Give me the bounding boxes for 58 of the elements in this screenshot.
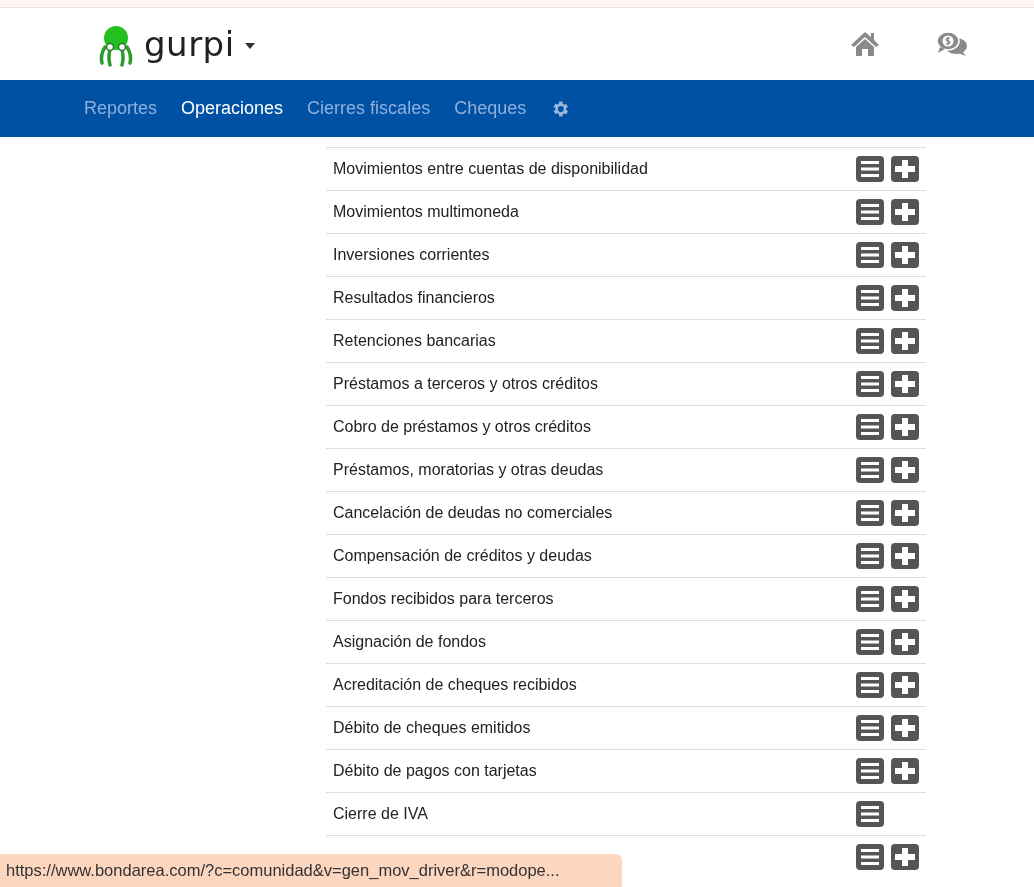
list-icon[interactable] bbox=[856, 156, 884, 182]
add-icon[interactable] bbox=[891, 758, 919, 784]
add-icon[interactable] bbox=[891, 285, 919, 311]
nav-tab[interactable]: Cierres fiscales bbox=[307, 98, 431, 119]
operation-label: Fondos recibidos para terceros bbox=[333, 590, 554, 608]
operation-label: Cierre de IVA bbox=[333, 805, 428, 823]
nav-tab[interactable]: Cheques bbox=[454, 98, 527, 119]
list-icon[interactable] bbox=[856, 199, 884, 225]
operation-label: Cancelación de deudas no comerciales bbox=[333, 504, 613, 522]
add-icon[interactable] bbox=[891, 328, 919, 354]
operation-label: Préstamos a terceros y otros créditos bbox=[333, 375, 598, 393]
add-icon[interactable] bbox=[891, 199, 919, 225]
add-icon[interactable] bbox=[891, 242, 919, 268]
list-icon[interactable] bbox=[856, 285, 884, 311]
list-icon[interactable] bbox=[856, 758, 884, 784]
add-icon[interactable] bbox=[891, 156, 919, 182]
list-icon[interactable] bbox=[856, 371, 884, 397]
home-icon[interactable] bbox=[850, 31, 880, 57]
operation-label: Movimientos multimoneda bbox=[333, 203, 519, 221]
add-icon[interactable] bbox=[891, 371, 919, 397]
add-icon[interactable] bbox=[891, 844, 919, 870]
list-icon[interactable] bbox=[856, 672, 884, 698]
operation-label: Débito de pagos con tarjetas bbox=[333, 762, 537, 780]
operation-label: Débito de cheques emitidos bbox=[333, 719, 531, 737]
operation-label: Compensación de créditos y deudas bbox=[333, 547, 592, 565]
list-icon[interactable] bbox=[856, 414, 884, 440]
nav-tab[interactable]: Reportes bbox=[84, 98, 158, 119]
list-icon[interactable] bbox=[856, 715, 884, 741]
add-icon[interactable] bbox=[891, 457, 919, 483]
caret-icon bbox=[244, 43, 255, 49]
add-icon[interactable] bbox=[891, 543, 919, 569]
operation-label: Acreditación de cheques recibidos bbox=[333, 676, 577, 694]
add-icon[interactable] bbox=[891, 500, 919, 526]
operation-label: Movimientos entre cuentas de disponibilidad bbox=[333, 160, 648, 178]
list-icon[interactable] bbox=[856, 844, 884, 870]
list-icon[interactable] bbox=[856, 328, 884, 354]
operation-label: Resultados financieros bbox=[333, 289, 495, 307]
list-icon[interactable] bbox=[856, 586, 884, 612]
nav-tab[interactable]: Operaciones bbox=[181, 98, 284, 119]
add-icon[interactable] bbox=[891, 414, 919, 440]
add-icon[interactable] bbox=[891, 629, 919, 655]
operation-label: Préstamos, moratorias y otras deudas bbox=[333, 461, 604, 479]
add-icon[interactable] bbox=[891, 672, 919, 698]
list-icon[interactable] bbox=[856, 543, 884, 569]
list-icon[interactable] bbox=[856, 242, 884, 268]
add-icon[interactable] bbox=[891, 586, 919, 612]
list-icon[interactable] bbox=[856, 801, 884, 827]
list-icon[interactable] bbox=[856, 457, 884, 483]
brand-menu-button[interactable]: gurpi bbox=[144, 24, 255, 64]
list-icon[interactable] bbox=[856, 629, 884, 655]
operation-label: Cobro de préstamos y otros créditos bbox=[333, 418, 591, 436]
operation-label: Inversiones corrientes bbox=[333, 246, 490, 264]
list-icon[interactable] bbox=[856, 500, 884, 526]
chat-dollar-icon[interactable] bbox=[936, 31, 968, 57]
status-bar-url: https://www.bondarea.com/?c=comunidad&v=gen_mov_driver&r=modope... bbox=[0, 854, 622, 887]
operation-label: Asignación de fondos bbox=[333, 633, 486, 651]
operation-label: Retenciones bancarias bbox=[333, 332, 496, 350]
add-icon[interactable] bbox=[891, 715, 919, 741]
